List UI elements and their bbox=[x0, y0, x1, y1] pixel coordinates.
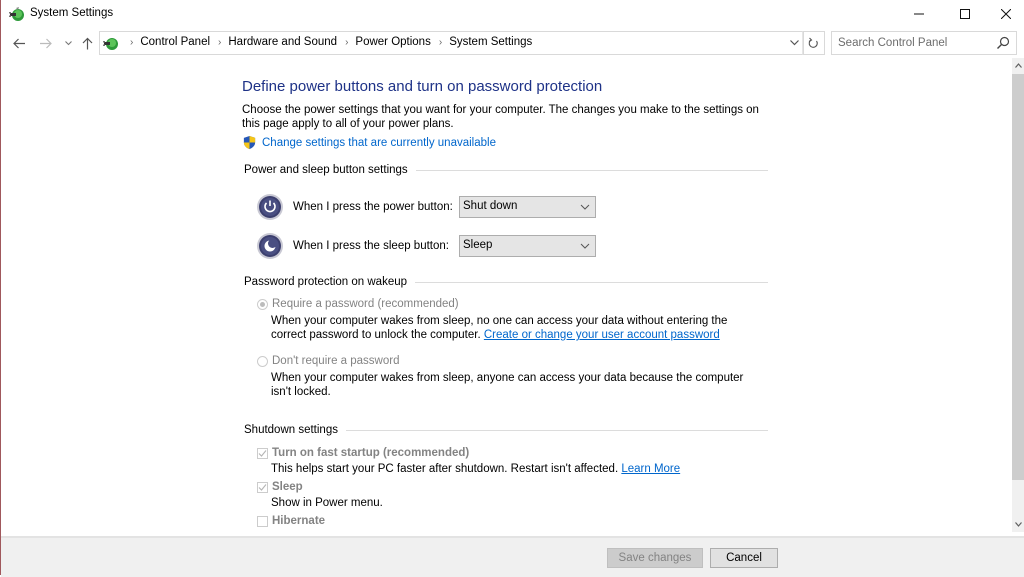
sleep-button-label: When I press the sleep button: bbox=[293, 240, 449, 252]
chevron-down-icon bbox=[789, 40, 799, 46]
power-icon bbox=[257, 194, 283, 220]
scroll-up-button[interactable] bbox=[1012, 58, 1024, 73]
no-password-option[interactable]: Don't require a password bbox=[257, 355, 399, 367]
hibernate-checkbox[interactable] bbox=[257, 515, 268, 527]
refresh-icon bbox=[808, 37, 818, 48]
footer-bar: Save changes Cancel bbox=[1, 536, 1024, 577]
radio-selected-dot bbox=[260, 301, 265, 307]
power-button-action-dropdown[interactable]: Shut down bbox=[459, 196, 596, 218]
power-options-app-icon bbox=[9, 7, 24, 21]
window-title: System Settings bbox=[30, 7, 114, 19]
chevron-down-icon bbox=[580, 243, 590, 249]
chevron-up-icon bbox=[1014, 63, 1022, 68]
sleep-button-action-dropdown[interactable]: Sleep bbox=[459, 235, 596, 257]
password-section-header: Password protection on wakeup bbox=[244, 276, 768, 288]
change-unavailable-settings-link[interactable]: Change settings that are currently unava… bbox=[242, 135, 496, 150]
maximize-button[interactable] bbox=[942, 0, 988, 28]
main-content: Define power buttons and turn on passwor… bbox=[1, 58, 1011, 536]
sleep-moon-icon bbox=[257, 233, 283, 259]
no-password-radio[interactable] bbox=[257, 355, 268, 367]
up-button[interactable] bbox=[79, 35, 95, 51]
page-title: Define power buttons and turn on passwor… bbox=[242, 78, 603, 95]
require-password-radio[interactable] bbox=[257, 298, 268, 310]
chevron-down-icon bbox=[1014, 522, 1022, 527]
hibernate-option[interactable]: Hibernate bbox=[257, 515, 325, 527]
back-button[interactable] bbox=[11, 35, 27, 51]
save-changes-button[interactable]: Save changes bbox=[607, 548, 703, 568]
learn-more-link[interactable]: Learn More bbox=[621, 463, 680, 475]
navigation-bar: › Control Panel › Hardware and Sound › P… bbox=[1, 30, 1024, 56]
sleep-option[interactable]: Sleep bbox=[257, 481, 303, 493]
chevron-down-icon bbox=[580, 204, 590, 210]
search-icon[interactable] bbox=[996, 36, 1010, 50]
no-password-label: Don't require a password bbox=[272, 355, 400, 367]
minimize-icon bbox=[914, 13, 924, 15]
sleep-description: Show in Power menu. bbox=[271, 497, 383, 509]
power-button-action-value: Shut down bbox=[463, 200, 518, 212]
section-heading: Shutdown settings bbox=[244, 424, 338, 436]
power-button-label: When I press the power button: bbox=[293, 201, 453, 213]
breadcrumb-separator-icon[interactable]: › bbox=[345, 37, 348, 48]
fast-startup-description-text: This helps start your PC faster after sh… bbox=[271, 463, 619, 475]
close-button[interactable] bbox=[988, 0, 1024, 28]
power-button-row: When I press the power button: Shut down bbox=[256, 193, 596, 221]
recent-locations-button[interactable] bbox=[60, 35, 76, 51]
sleep-label: Sleep bbox=[272, 481, 303, 493]
breadcrumb-system-settings[interactable]: System Settings bbox=[449, 36, 532, 48]
require-password-description: When your computer wakes from sleep, no … bbox=[271, 314, 751, 342]
breadcrumb: › Control Panel › Hardware and Sound › P… bbox=[122, 36, 532, 48]
section-divider bbox=[345, 429, 768, 431]
section-divider bbox=[415, 281, 768, 283]
hibernate-label: Hibernate bbox=[272, 515, 326, 527]
fast-startup-checkbox[interactable] bbox=[257, 447, 268, 459]
fast-startup-label: Turn on fast startup (recommended) bbox=[272, 447, 470, 459]
breadcrumb-control-panel[interactable]: Control Panel bbox=[140, 36, 210, 48]
breadcrumb-separator-icon[interactable]: › bbox=[218, 37, 221, 48]
section-divider bbox=[415, 169, 768, 171]
breadcrumb-separator-icon[interactable]: › bbox=[439, 37, 442, 48]
cancel-button[interactable]: Cancel bbox=[710, 548, 778, 568]
address-bar[interactable]: › Control Panel › Hardware and Sound › P… bbox=[99, 31, 804, 55]
chevron-down-icon bbox=[64, 40, 72, 45]
change-settings-link-text[interactable]: Change settings that are currently unava… bbox=[262, 137, 496, 149]
fast-startup-description: This helps start your PC faster after sh… bbox=[271, 462, 751, 476]
fast-startup-option[interactable]: Turn on fast startup (recommended) bbox=[257, 447, 469, 459]
control-panel-icon bbox=[103, 38, 118, 50]
breadcrumb-separator-icon: › bbox=[130, 36, 134, 48]
forward-button[interactable] bbox=[37, 35, 53, 51]
scroll-down-button[interactable] bbox=[1012, 517, 1024, 532]
sleep-checkbox[interactable] bbox=[257, 481, 268, 493]
checkmark-icon bbox=[258, 449, 267, 457]
no-password-description: When your computer wakes from sleep, any… bbox=[271, 372, 744, 398]
search-box[interactable] bbox=[831, 31, 1017, 55]
shutdown-section-header: Shutdown settings bbox=[244, 424, 768, 436]
up-arrow-icon bbox=[82, 37, 92, 49]
scrollbar-thumb[interactable] bbox=[1012, 74, 1024, 480]
require-password-option[interactable]: Require a password (recommended) bbox=[257, 298, 459, 310]
forward-arrow-icon bbox=[39, 38, 52, 48]
vertical-scrollbar[interactable] bbox=[1012, 58, 1024, 532]
maximize-icon bbox=[960, 9, 970, 19]
change-password-link[interactable]: Create or change your user account passw… bbox=[484, 329, 720, 341]
section-heading: Power and sleep button settings bbox=[244, 164, 408, 176]
title-bar: System Settings bbox=[1, 0, 1024, 28]
back-arrow-icon bbox=[12, 38, 25, 48]
breadcrumb-hardware-and-sound[interactable]: Hardware and Sound bbox=[228, 36, 337, 48]
breadcrumb-power-options[interactable]: Power Options bbox=[355, 36, 430, 48]
refresh-button[interactable] bbox=[802, 31, 825, 55]
close-icon bbox=[1001, 9, 1011, 19]
section-heading: Password protection on wakeup bbox=[244, 276, 408, 288]
search-input[interactable] bbox=[838, 32, 988, 54]
page-description: Choose the power settings that you want … bbox=[242, 104, 759, 130]
checkmark-icon bbox=[258, 483, 267, 491]
minimize-button[interactable] bbox=[896, 0, 942, 28]
address-history-button[interactable] bbox=[785, 32, 803, 54]
require-password-label: Require a password (recommended) bbox=[272, 298, 459, 310]
uac-shield-icon bbox=[243, 135, 256, 150]
sleep-button-row: When I press the sleep button: Sleep bbox=[256, 232, 596, 260]
sleep-button-action-value: Sleep bbox=[463, 239, 493, 251]
power-sleep-section-header: Power and sleep button settings bbox=[244, 164, 768, 176]
